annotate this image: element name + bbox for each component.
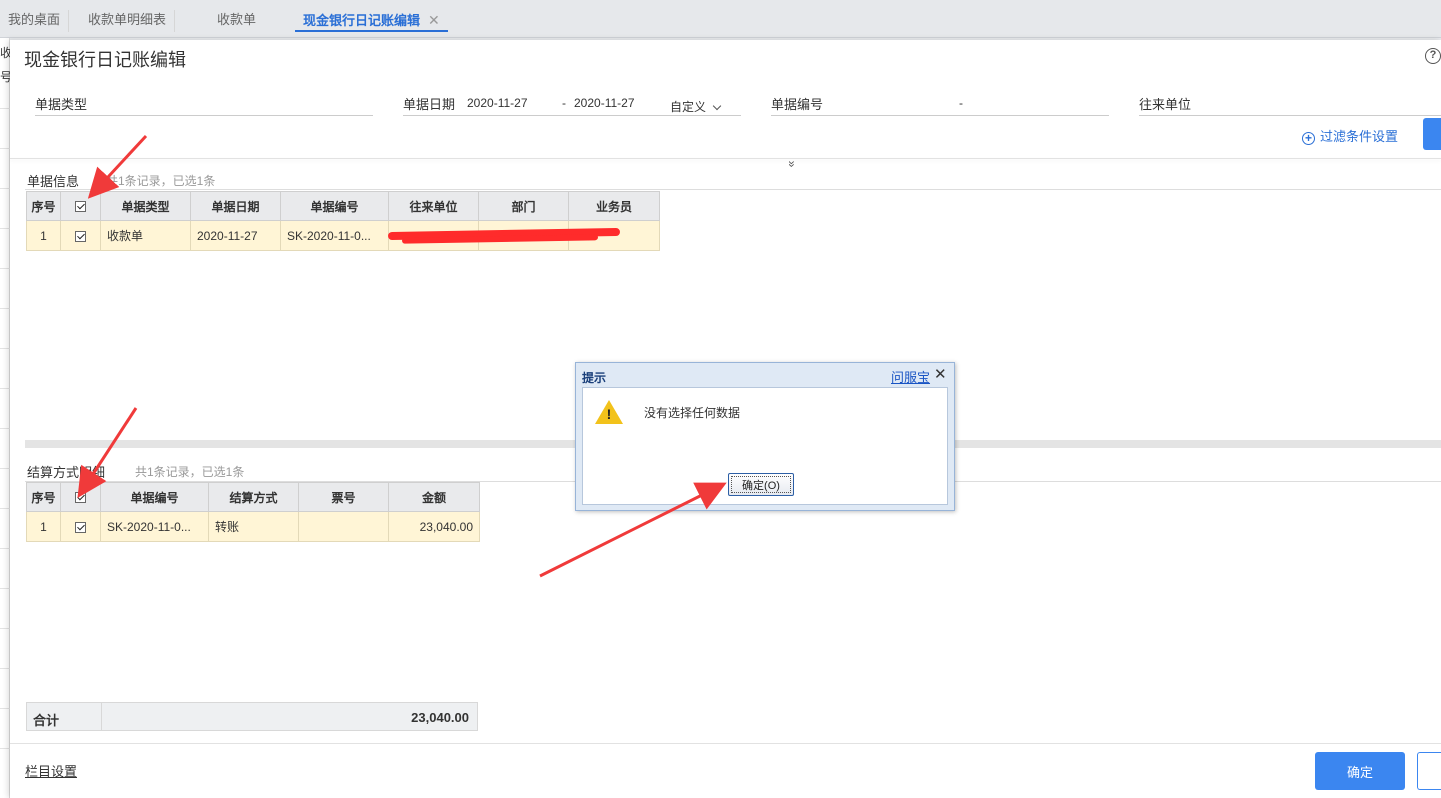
col-seq: 序号 [26, 191, 61, 221]
prompt-title: 提示 [582, 371, 607, 385]
warning-mark: ! [606, 406, 612, 422]
prompt-body: ! 没有选择任何数据 确定(O) [582, 387, 948, 505]
cell-seq: 1 [26, 220, 61, 251]
filter-settings-link[interactable]: + 过滤条件设置 [1302, 126, 1398, 145]
cell-bill-no: SK-2020-11-0... [280, 220, 389, 251]
col-seq: 序号 [26, 482, 61, 512]
table-header-row: 序号 单据编号 结算方式 票号 金额 [26, 482, 480, 512]
col-bill-no[interactable]: 单据编号 [280, 191, 389, 221]
cell-ticket-no [298, 511, 389, 542]
row-checkbox[interactable] [60, 511, 101, 542]
tab-label: 现金银行日记账编辑 [303, 13, 421, 28]
col-department[interactable]: 部门 [478, 191, 569, 221]
cell-bill-no: SK-2020-11-0... [100, 511, 209, 542]
total-amount: 23,040.00 [411, 710, 469, 725]
close-icon[interactable]: ✕ [428, 12, 440, 28]
prompt-message: 没有选择任何数据 [644, 406, 741, 420]
bill-no-field[interactable]: 单据编号 - [771, 90, 1109, 116]
filter-settings-label: 过滤条件设置 [1320, 129, 1399, 144]
bill-info-label: 单据信息 [27, 174, 80, 189]
tab-receipt[interactable]: 收款单 [209, 10, 264, 32]
bill-info-table: 序号 单据类型 单据日期 单据编号 往来单位 部门 业务员 1 收款单 2020… [26, 191, 660, 251]
bill-type-field[interactable]: 单据类型 [35, 90, 373, 116]
select-all-checkbox[interactable] [60, 191, 101, 221]
bill-date-label: 单据日期 [403, 97, 456, 112]
bill-info-count: 共1条记录，已选1条 [106, 174, 216, 188]
cell-seq: 1 [26, 511, 61, 542]
date-to-input[interactable]: 2020-11-27 [574, 96, 635, 110]
col-bill-date[interactable]: 单据日期 [190, 191, 281, 221]
checkbox-checked-icon [75, 492, 86, 504]
row-checkbox[interactable] [60, 220, 101, 251]
table-row[interactable]: 1 SK-2020-11-0... 转账 23,040.00 [26, 511, 480, 542]
settle-detail-label: 结算方式明细 [27, 465, 106, 480]
wenfubao-help-link[interactable]: 问服宝 [891, 367, 930, 386]
prompt-dialog: 提示 问服宝 ✕ ! 没有选择任何数据 确定(O) [575, 362, 955, 511]
cell-bill-date: 2020-11-27 [190, 220, 281, 251]
chevron-down-icon [712, 101, 722, 111]
tab-label: 收款单 [217, 12, 257, 27]
search-button[interactable] [1423, 118, 1441, 150]
settle-detail-count: 共1条记录，已选1条 [135, 465, 245, 479]
help-icon[interactable]: ? [1425, 48, 1441, 64]
col-salesperson[interactable]: 业务员 [568, 191, 660, 221]
tab-bar: 我的桌面 收款单明细表 收款单 现金银行日记账编辑 ✕ [0, 0, 1441, 38]
bill-no-separator: - [959, 96, 963, 110]
dialog-title: 现金银行日记账编辑 [24, 50, 186, 70]
checkbox-checked-icon [75, 201, 86, 213]
col-settle-method[interactable]: 结算方式 [208, 482, 299, 512]
tab-label: 我的桌面 [8, 12, 61, 27]
date-range-separator: - [562, 96, 566, 110]
total-row: 合计 23,040.00 [26, 702, 478, 731]
col-amount[interactable]: 金额 [388, 482, 480, 512]
settle-table: 序号 单据编号 结算方式 票号 金额 1 SK-2020-11-0... 转账 … [26, 482, 480, 542]
tab-cash-bank-journal-edit[interactable]: 现金银行日记账编辑 ✕ [295, 10, 448, 32]
tab-receipt-detail-report[interactable]: 收款单明细表 [80, 10, 176, 32]
close-icon[interactable]: ✕ [934, 365, 947, 383]
col-partner[interactable]: 往来单位 [388, 191, 479, 221]
cancel-button[interactable] [1417, 752, 1441, 790]
filter-divider [10, 158, 1441, 159]
total-label: 合计 [33, 713, 60, 728]
footer-divider [10, 743, 1441, 744]
bill-date-field[interactable]: 单据日期 2020-11-27 - 2020-11-27 自定义 [403, 90, 741, 116]
confirm-button[interactable]: 确定 [1315, 752, 1405, 790]
date-from-input[interactable]: 2020-11-27 [467, 96, 528, 110]
select-all-checkbox[interactable] [60, 482, 101, 512]
column-settings-link[interactable]: 栏目设置 [25, 761, 77, 780]
partner-field[interactable]: 往来单位 [1139, 90, 1441, 116]
date-range-select[interactable]: 自定义 [670, 98, 722, 115]
col-bill-no[interactable]: 单据编号 [100, 482, 209, 512]
plus-circle-icon: + [1302, 132, 1315, 145]
cell-bill-type: 收款单 [100, 220, 191, 251]
date-range-value: 自定义 [670, 100, 707, 114]
partner-label: 往来单位 [1139, 97, 1192, 112]
tab-my-desktop[interactable]: 我的桌面 [0, 10, 70, 32]
prompt-ok-button[interactable]: 确定(O) [728, 473, 794, 496]
double-chevron-down-icon[interactable]: » [780, 154, 800, 174]
col-ticket-no[interactable]: 票号 [298, 482, 389, 512]
bill-type-label: 单据类型 [35, 97, 88, 112]
cell-settle-method: 转账 [208, 511, 299, 542]
table-header-row: 序号 单据类型 单据日期 单据编号 往来单位 部门 业务员 [26, 191, 660, 221]
bill-no-label: 单据编号 [771, 97, 824, 112]
background-page-edge: 收 号 [0, 38, 12, 798]
checkbox-checked-icon [75, 521, 86, 533]
col-bill-type[interactable]: 单据类型 [100, 191, 191, 221]
cell-amount: 23,040.00 [388, 511, 480, 542]
checkbox-checked-icon [75, 230, 86, 242]
tab-label: 收款单明细表 [88, 12, 167, 27]
